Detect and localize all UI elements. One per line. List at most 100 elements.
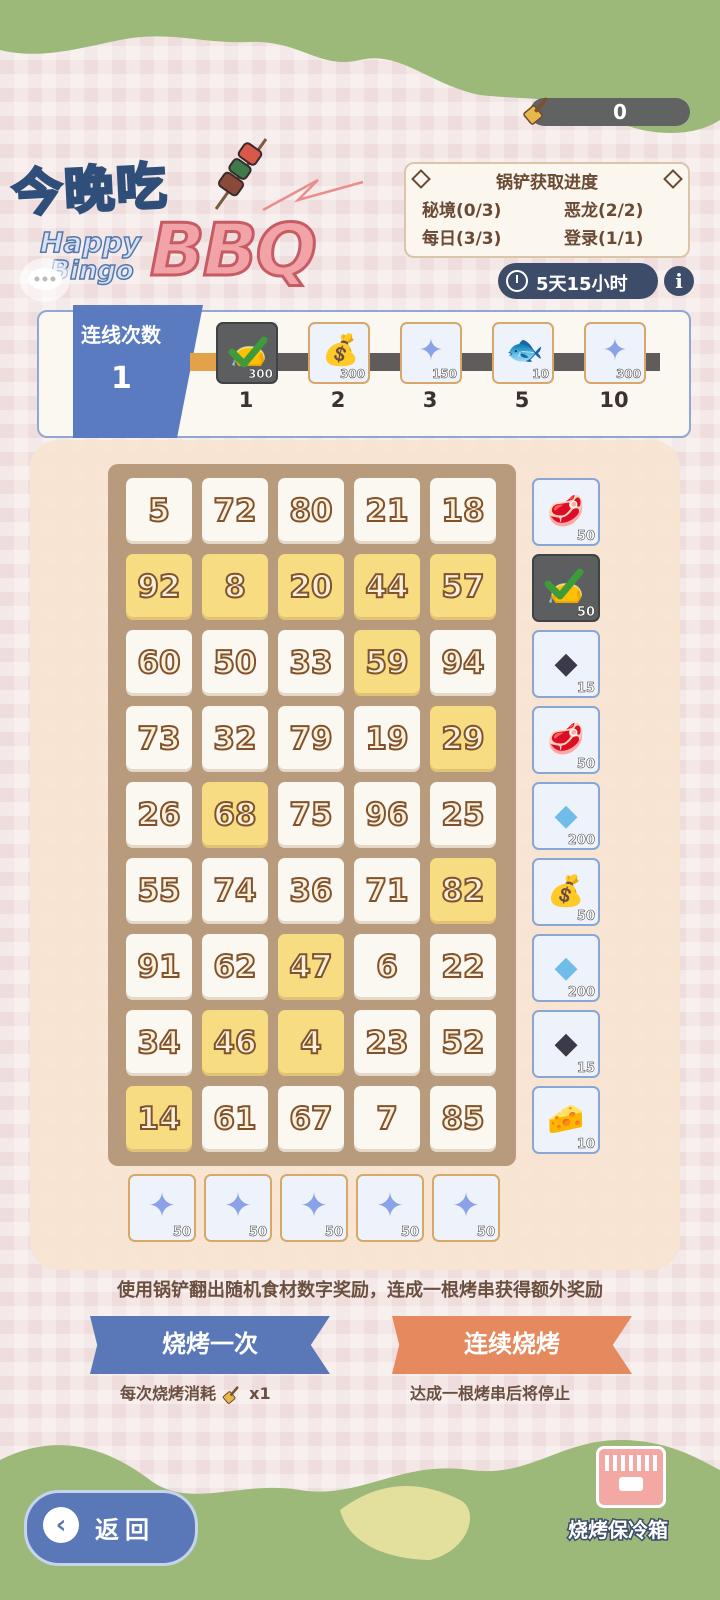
row-reward[interactable]: ◆ 200 xyxy=(532,782,600,850)
column-reward[interactable]: ✦ 50 xyxy=(280,1174,348,1242)
row-reward[interactable]: ◆ 15 xyxy=(532,630,600,698)
bingo-cell[interactable]: 79 xyxy=(278,706,344,772)
bingo-cell[interactable]: 7 xyxy=(354,1086,420,1152)
column-reward[interactable]: ✦ 50 xyxy=(356,1174,424,1242)
row-reward[interactable]: ◆ 200 xyxy=(532,934,600,1002)
row-reward[interactable]: 🧀 10 xyxy=(532,1086,600,1154)
bingo-cell[interactable]: 32 xyxy=(202,706,268,772)
bingo-cell[interactable]: 61 xyxy=(202,1086,268,1152)
bingo-cell[interactable]: 73 xyxy=(126,706,192,772)
bingo-cell[interactable]: 44 xyxy=(354,554,420,620)
milestone-reward-count: 300 xyxy=(247,367,274,382)
bingo-cell[interactable]: 85 xyxy=(430,1086,496,1152)
bingo-cell[interactable]: 82 xyxy=(430,858,496,924)
row-reward[interactable]: ◆ 15 xyxy=(532,1010,600,1078)
clock-icon xyxy=(506,270,528,292)
bingo-cell[interactable]: 19 xyxy=(354,706,420,772)
spatula-progress-panel: 锅铲获取进度 秘境(0/3) 恶龙(2/2) 每日(3/3) 登录(1/1) xyxy=(404,162,690,258)
star-crystal-icon: ✦ xyxy=(299,1186,329,1226)
bingo-cell[interactable]: 14 xyxy=(126,1086,192,1152)
cooler-box-icon[interactable] xyxy=(596,1446,666,1508)
milestone-lines-label: 3 xyxy=(422,388,438,412)
row-reward[interactable]: 🥩 50 xyxy=(532,478,600,546)
bingo-cell[interactable]: 22 xyxy=(430,934,496,1000)
bingo-cell[interactable]: 92 xyxy=(126,554,192,620)
milestone-lines-label: 2 xyxy=(330,388,346,412)
progress-title: 锅铲获取进度 xyxy=(496,173,598,193)
bingo-cell[interactable]: 47 xyxy=(278,934,344,1000)
paw-bag-icon: 💰 xyxy=(322,333,360,368)
grill-continuous-button[interactable]: 连续烧烤 xyxy=(392,1316,632,1374)
column-reward[interactable]: ✦ 50 xyxy=(204,1174,272,1242)
column-reward-count: 50 xyxy=(248,1225,268,1241)
bingo-cell[interactable]: 74 xyxy=(202,858,268,924)
bingo-cell[interactable]: 4 xyxy=(278,1010,344,1076)
bingo-cell[interactable]: 75 xyxy=(278,782,344,848)
milestone-reward-2[interactable]: 💰 300 xyxy=(308,322,370,384)
bingo-cell[interactable]: 18 xyxy=(430,478,496,544)
bingo-cell[interactable]: 67 xyxy=(278,1086,344,1152)
meat-icon: 🥩 xyxy=(547,722,585,757)
milestone-reward-count: 300 xyxy=(615,367,642,382)
bingo-cell[interactable]: 25 xyxy=(430,782,496,848)
bingo-cell[interactable]: 8 xyxy=(202,554,268,620)
row-reward-count: 50 xyxy=(576,529,596,545)
bingo-cell[interactable]: 62 xyxy=(202,934,268,1000)
milestone-reward-3[interactable]: ✦ 150 xyxy=(400,322,462,384)
bingo-cell[interactable]: 55 xyxy=(126,858,192,924)
meat-icon: 🥩 xyxy=(547,494,585,529)
star-crystal-icon: ✦ xyxy=(418,333,444,368)
bingo-cell[interactable]: 34 xyxy=(126,1010,192,1076)
spatula-icon xyxy=(523,97,548,125)
fish-card-icon: 🐟 xyxy=(506,333,544,368)
bingo-cell[interactable]: 59 xyxy=(354,630,420,696)
row-reward-count: 50 xyxy=(576,909,596,925)
bingo-cell[interactable]: 52 xyxy=(430,1010,496,1076)
bingo-cell[interactable]: 5 xyxy=(126,478,192,544)
bingo-cell[interactable]: 23 xyxy=(354,1010,420,1076)
bingo-cell[interactable]: 6 xyxy=(354,934,420,1000)
row-reward-count: 15 xyxy=(576,681,596,697)
column-reward[interactable]: ✦ 50 xyxy=(128,1174,196,1242)
row-reward-count: 10 xyxy=(576,1137,596,1153)
bingo-cell[interactable]: 20 xyxy=(278,554,344,620)
bingo-cell[interactable]: 50 xyxy=(202,630,268,696)
progress-item-login: 登录(1/1) xyxy=(564,229,644,249)
grill-once-cost-amount: x1 xyxy=(249,1384,271,1403)
bingo-cell[interactable]: 94 xyxy=(430,630,496,696)
bingo-cell[interactable]: 71 xyxy=(354,858,420,924)
bingo-cell[interactable]: 72 xyxy=(202,478,268,544)
milestone-lines-label: 10 xyxy=(599,388,629,412)
spatula-icon xyxy=(222,1385,239,1404)
bingo-cell[interactable]: 91 xyxy=(126,934,192,1000)
bingo-cell[interactable]: 68 xyxy=(202,782,268,848)
row-reward[interactable]: 🥩 50 xyxy=(532,706,600,774)
milestone-reward-5[interactable]: ✦ 300 xyxy=(584,322,646,384)
grill-once-cost-text: 每次烧烤消耗 xyxy=(120,1384,217,1403)
bingo-cell[interactable]: 26 xyxy=(126,782,192,848)
info-icon[interactable]: i xyxy=(664,266,694,296)
row-reward-count: 15 xyxy=(576,1061,596,1077)
chat-icon xyxy=(28,268,62,290)
row-reward[interactable]: 💰 50 xyxy=(532,858,600,926)
row-reward[interactable]: 👝 50 xyxy=(532,554,600,622)
row-reward-count: 50 xyxy=(576,757,596,773)
bingo-cell[interactable]: 60 xyxy=(126,630,192,696)
bingo-cell[interactable]: 21 xyxy=(354,478,420,544)
grill-once-button[interactable]: 烧烤一次 xyxy=(90,1316,330,1374)
milestone-reward-1[interactable]: 👝 300 xyxy=(216,322,278,384)
back-button[interactable]: ‹ 返回 xyxy=(24,1490,198,1566)
column-reward[interactable]: ✦ 50 xyxy=(432,1174,500,1242)
timer-text: 5天15小时 xyxy=(536,274,628,295)
bingo-cell[interactable]: 57 xyxy=(430,554,496,620)
milestone-reward-4[interactable]: 🐟 10 xyxy=(492,322,554,384)
bingo-cell[interactable]: 80 xyxy=(278,478,344,544)
column-reward-count: 50 xyxy=(324,1225,344,1241)
bingo-cell[interactable]: 33 xyxy=(278,630,344,696)
chat-button[interactable] xyxy=(20,258,70,302)
cooler-box-label[interactable]: 烧烤保冷箱 xyxy=(567,1514,670,1544)
bingo-cell[interactable]: 29 xyxy=(430,706,496,772)
bingo-cell[interactable]: 46 xyxy=(202,1010,268,1076)
bingo-cell[interactable]: 96 xyxy=(354,782,420,848)
bingo-cell[interactable]: 36 xyxy=(278,858,344,924)
